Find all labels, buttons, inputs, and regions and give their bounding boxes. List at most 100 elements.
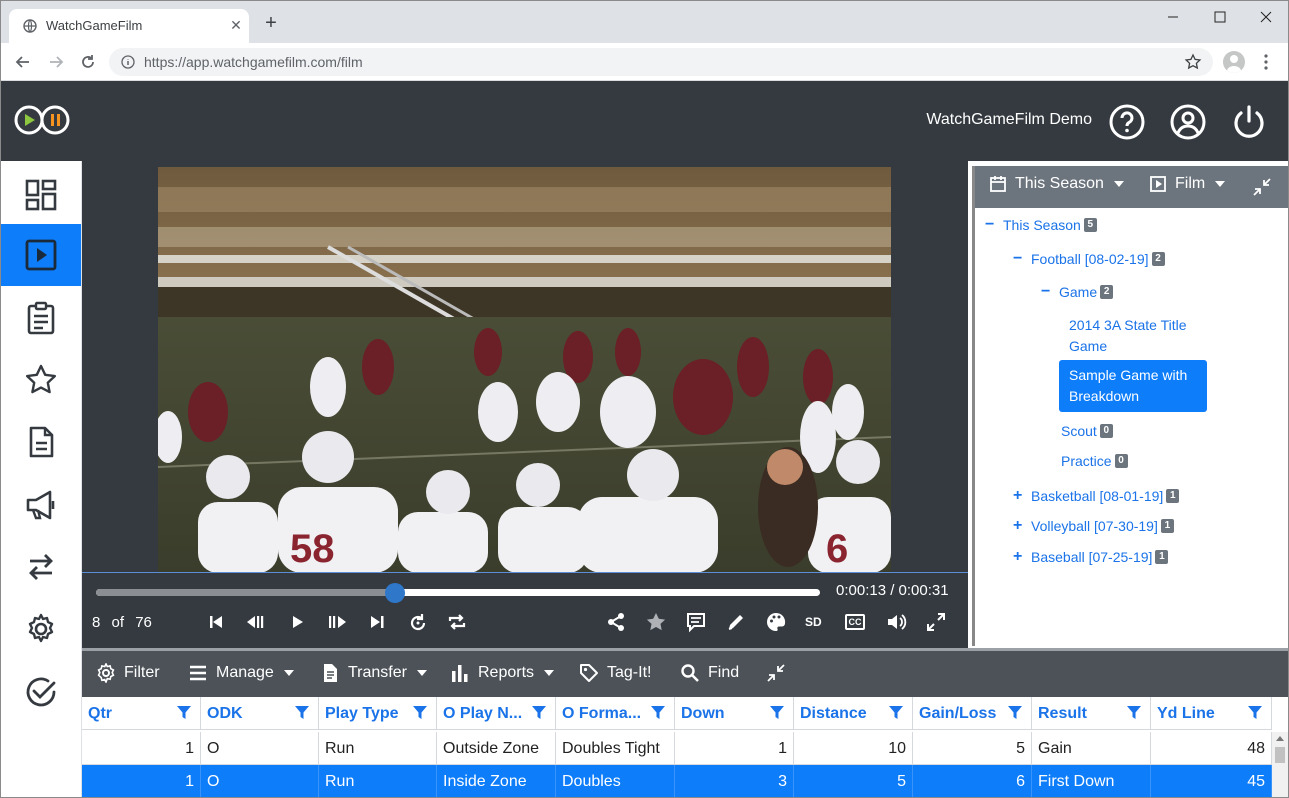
table-cell[interactable]: Gain <box>1032 732 1151 765</box>
column-header[interactable]: Play Type <box>319 697 437 730</box>
sidebar-item-playbook[interactable] <box>1 287 81 349</box>
tree-node-this-season[interactable]: − This Season 5 <box>985 216 1097 234</box>
closed-captions-icon[interactable]: CC <box>845 611 867 633</box>
tree-node-baseball[interactable]: + Baseball [07-25-19] 1 <box>1013 548 1169 566</box>
column-header[interactable]: Result <box>1032 697 1151 730</box>
filter-button[interactable]: Filter <box>96 663 160 683</box>
favorite-star-icon[interactable] <box>645 611 667 633</box>
collapse-icon[interactable]: − <box>985 216 995 234</box>
table-scrollbar[interactable] <box>1272 732 1288 797</box>
filter-funnel-icon[interactable] <box>413 706 427 720</box>
reports-dropdown[interactable]: Reports <box>450 663 555 683</box>
seek-handle[interactable] <box>385 583 405 603</box>
info-icon[interactable] <box>121 55 135 69</box>
table-cell[interactable]: Run <box>319 732 437 765</box>
minimize-icon[interactable] <box>1158 7 1188 27</box>
table-cell[interactable]: 1 <box>82 732 201 765</box>
expand-icon[interactable]: + <box>1013 487 1023 505</box>
find-button[interactable]: Find <box>680 663 739 683</box>
seek-bar[interactable] <box>96 583 820 603</box>
collapse-icon[interactable]: − <box>1041 283 1051 301</box>
browser-menu-icon[interactable] <box>1263 53 1269 71</box>
table-cell[interactable]: 6 <box>913 765 1032 797</box>
loop-icon[interactable] <box>446 611 468 633</box>
table-cell[interactable]: Run <box>319 765 437 797</box>
video-frame[interactable]: 58 6 <box>158 167 891 573</box>
manage-dropdown[interactable]: Manage <box>188 663 294 683</box>
column-header[interactable]: Yd Line <box>1151 697 1272 730</box>
collapse-icon[interactable]: − <box>1013 250 1023 268</box>
back-arrow-icon[interactable] <box>13 52 33 72</box>
bookmark-star-icon[interactable] <box>1184 53 1202 71</box>
column-header[interactable]: Distance <box>794 697 913 730</box>
help-icon[interactable] <box>1108 103 1146 141</box>
replay-icon[interactable] <box>407 611 429 633</box>
column-header[interactable]: Gain/Loss <box>913 697 1032 730</box>
column-header[interactable]: O Forma... <box>556 697 675 730</box>
profile-avatar-icon[interactable] <box>1223 51 1245 73</box>
palette-icon[interactable] <box>765 611 787 633</box>
table-cell[interactable]: Inside Zone <box>437 765 556 797</box>
column-header[interactable]: ODK <box>201 697 319 730</box>
share-icon[interactable] <box>605 611 627 633</box>
table-header-row[interactable]: Qtr ODK Play Type O Play N... O Forma... Down… <box>82 697 1272 730</box>
table-cell[interactable]: 5 <box>794 765 913 797</box>
table-cell[interactable]: First Down <box>1032 765 1151 797</box>
filter-funnel-icon[interactable] <box>532 706 546 720</box>
app-logo-icon[interactable] <box>12 103 72 137</box>
pencil-icon[interactable] <box>725 611 747 633</box>
sidebar-item-dashboard[interactable] <box>1 164 81 226</box>
expand-icon[interactable]: + <box>1013 517 1023 535</box>
filter-funnel-icon[interactable] <box>1008 706 1022 720</box>
volume-icon[interactable] <box>885 611 907 633</box>
sidebar-item-announcements[interactable] <box>1 474 81 536</box>
comment-icon[interactable] <box>685 611 707 633</box>
sidebar-item-favorites[interactable] <box>1 349 81 411</box>
skip-to-start-icon[interactable] <box>205 611 227 633</box>
omnibox[interactable]: https://app.watchgamefilm.com/film <box>109 48 1213 76</box>
filter-funnel-icon[interactable] <box>889 706 903 720</box>
transfer-dropdown[interactable]: Transfer <box>320 663 427 683</box>
table-cell[interactable]: 5 <box>913 732 1032 765</box>
scroll-thumb[interactable] <box>1275 747 1285 763</box>
tree-node-practice[interactable]: Practice 0 <box>1061 453 1128 469</box>
sidebar-item-settings[interactable] <box>1 598 81 660</box>
user-account-icon[interactable] <box>1169 103 1207 141</box>
reload-icon[interactable] <box>78 52 98 72</box>
tree-leaf-state-title-game[interactable]: 2014 3A State Title Game <box>1069 315 1199 357</box>
tree-node-football[interactable]: − Football [08-02-19] 2 <box>1013 250 1165 268</box>
filter-funnel-icon[interactable] <box>1248 706 1262 720</box>
filter-funnel-icon[interactable] <box>295 706 309 720</box>
new-tab-icon[interactable]: + <box>260 13 282 35</box>
window-close-icon[interactable] <box>1251 7 1281 27</box>
column-header[interactable]: O Play N... <box>437 697 556 730</box>
step-back-icon[interactable] <box>245 611 267 633</box>
sidebar-item-reports[interactable] <box>1 411 81 473</box>
tree-node-basketball[interactable]: + Basketball [08-01-19] 1 <box>1013 487 1180 505</box>
table-row[interactable]: 1 O Run Inside Zone Doubles 3 5 6 First Down 45 <box>82 765 1272 797</box>
sidebar-item-film[interactable] <box>1 224 81 286</box>
filter-funnel-icon[interactable] <box>651 706 665 720</box>
skip-to-end-icon[interactable] <box>366 611 388 633</box>
film-dropdown[interactable]: Film <box>1149 175 1226 193</box>
step-forward-icon[interactable] <box>326 611 348 633</box>
filter-funnel-icon[interactable] <box>1127 706 1141 720</box>
sidebar-item-exchange[interactable] <box>1 536 81 598</box>
table-cell[interactable]: 10 <box>794 732 913 765</box>
column-header[interactable]: Qtr <box>82 697 201 730</box>
fullscreen-icon[interactable] <box>925 611 947 633</box>
tag-it-button[interactable]: Tag-It! <box>579 663 651 683</box>
collapse-panel-icon[interactable] <box>1252 177 1272 197</box>
column-header[interactable]: Down <box>675 697 794 730</box>
forward-arrow-icon[interactable] <box>46 52 66 72</box>
browser-tab[interactable]: WatchGameFilm ✕ <box>9 9 249 43</box>
table-cell[interactable]: 48 <box>1151 732 1272 765</box>
table-cell[interactable]: Doubles Tight <box>556 732 675 765</box>
tree-node-scout[interactable]: Scout 0 <box>1061 423 1113 439</box>
scroll-up-icon[interactable] <box>1276 735 1284 741</box>
sidebar-item-tasks[interactable] <box>1 661 81 723</box>
table-cell[interactable]: 3 <box>675 765 794 797</box>
tab-close-icon[interactable]: ✕ <box>227 16 245 34</box>
season-dropdown[interactable]: This Season <box>989 175 1124 193</box>
table-cell[interactable]: 1 <box>82 765 201 797</box>
